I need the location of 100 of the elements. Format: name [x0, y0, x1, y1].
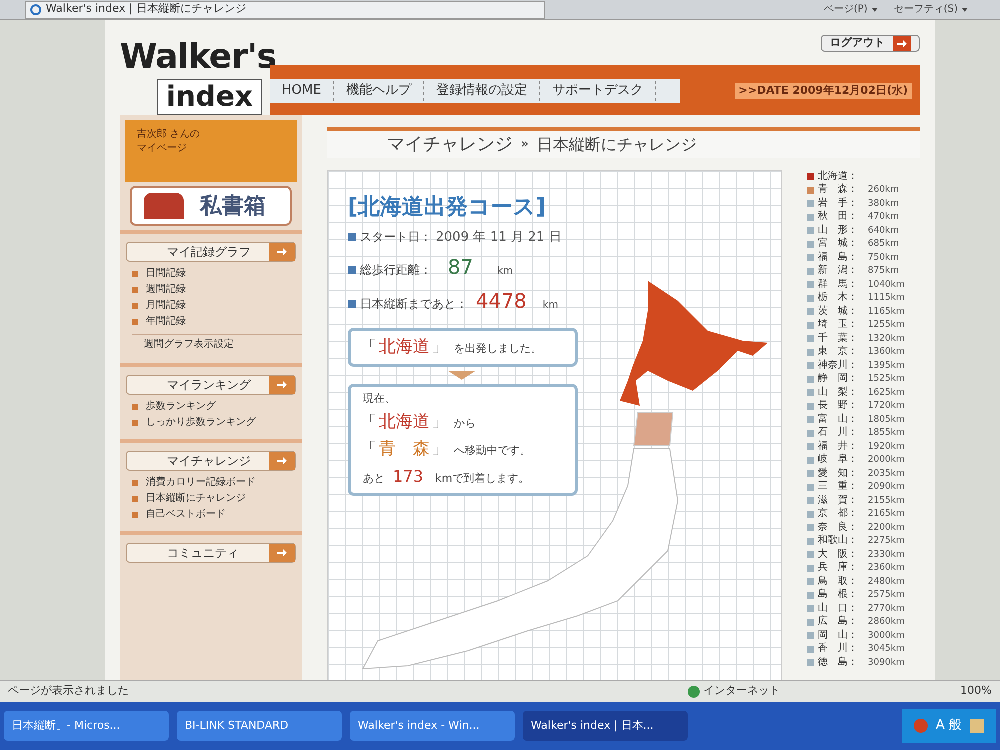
prefecture-distance: 2330km — [868, 548, 905, 561]
prefecture-name: 千 葉： — [818, 332, 859, 345]
bullet-icon — [132, 319, 138, 325]
sidebar-link[interactable]: しっかり歩数ランキング — [132, 415, 302, 431]
prefecture-name: 富 山： — [818, 414, 859, 426]
zoom-level: 100% — [960, 683, 992, 700]
stat-unit: km — [542, 298, 558, 312]
bullet-icon — [132, 271, 138, 277]
prefecture-distance: 2480km — [868, 576, 905, 588]
prefecture-name: 岡 山： — [818, 630, 859, 642]
prefecture-name: 香 川： — [818, 643, 859, 656]
prefecture-distance: 1165km — [868, 306, 905, 318]
prefecture-distance: 2770km — [868, 602, 905, 615]
prefecture-name: 栃 木： — [818, 292, 859, 304]
prefecture-distance: 2200km — [868, 522, 905, 534]
prefecture-name: 東 京： — [818, 346, 859, 358]
prefecture-name: 岩 手： — [818, 198, 859, 210]
sidebar-link[interactable]: 月間記録 — [132, 298, 302, 314]
bracket-mark: 「 — [361, 410, 377, 432]
taskbar-button[interactable]: Walker's index | 日本... — [523, 711, 688, 741]
message-text: へ移動中です。 — [454, 443, 531, 459]
prefecture-distance: 2000km — [868, 454, 905, 466]
prefecture-name: 和歌山： — [818, 535, 859, 548]
user-label: マイページ — [137, 142, 188, 156]
bracket-mark: 「 — [361, 336, 377, 358]
toolbar-menu[interactable]: ページ(P) — [824, 2, 878, 17]
user-label: 吉次郎 さんの — [137, 128, 202, 142]
message-text: あと — [363, 470, 385, 486]
nav-link[interactable]: 機能ヘルプ — [334, 81, 424, 101]
section-header-button[interactable]: マイ記録グラフ — [126, 242, 296, 262]
prefecture-name: 山 形： — [818, 224, 859, 237]
prefecture-distance: 3090km — [868, 656, 905, 669]
sidebar-link[interactable]: 日間記録 — [132, 266, 302, 282]
stat-label: 日本縦断まであと： — [360, 296, 468, 312]
sidebar-link[interactable]: 週間グラフ表示設定 — [132, 334, 302, 355]
prefecture-name: 広 島： — [818, 616, 859, 628]
nav-link[interactable]: HOME — [270, 81, 334, 101]
prefecture-distance: 685km — [868, 238, 900, 250]
globe-icon — [688, 686, 700, 698]
prefecture-name: 福 島： — [818, 252, 859, 264]
bullet-icon — [132, 420, 138, 426]
sidebar-link[interactable]: 歩数ランキング — [132, 399, 302, 415]
browser-tab[interactable]: Walker's index | 日本縦断にチャレンジ — [25, 0, 545, 18]
prefecture-name: 徳 島： — [818, 656, 859, 669]
prefecture-distance: 2860km — [868, 616, 905, 628]
status-message: ページが表示されました — [8, 683, 129, 700]
nav-link[interactable]: サポートデスク — [540, 81, 656, 101]
arrow-icon — [277, 248, 287, 256]
section-header-button[interactable]: コミュニティ — [126, 543, 296, 563]
prefecture-distance: 1525km — [868, 373, 905, 386]
arrow-icon — [277, 381, 287, 389]
prefecture-name: 三 重： — [818, 481, 859, 494]
section-header-button[interactable]: マイランキング — [126, 375, 296, 395]
arrow-icon — [277, 457, 287, 465]
distance-number: 173 — [393, 466, 424, 488]
prefecture-name: 長 野： — [818, 400, 859, 412]
breadcrumb-current: 日本縦断にチャレンジ — [536, 134, 697, 156]
prefecture-name: 島 根： — [818, 589, 859, 602]
prefecture-distance: 2090km — [868, 481, 905, 494]
prefecture-name: 北海道： — [818, 170, 859, 183]
stat-value: 4478 — [476, 288, 527, 314]
prefecture-distance: 1805km — [868, 414, 905, 426]
prefecture-distance: 260km — [868, 184, 900, 196]
place-name: 北海道 — [379, 410, 430, 434]
message-text: 現在、 — [363, 391, 396, 407]
sidebar-link[interactable]: 週間記録 — [132, 282, 302, 298]
bullet-icon — [348, 266, 356, 274]
sidebar-link[interactable]: 日本縦断にチャレンジ — [132, 491, 302, 507]
bullet-icon — [348, 233, 356, 241]
prefecture-distance: 1920km — [868, 440, 905, 453]
nav-link[interactable]: 登録情報の設定 — [424, 81, 540, 101]
prefecture-distance: 2360km — [868, 562, 905, 574]
place-name: 青 森 — [379, 438, 430, 461]
taskbar-button[interactable]: 日本縦断」- Micros... — [4, 711, 169, 741]
prefecture-distance: 640km — [868, 224, 900, 237]
prefecture-distance: 2165km — [868, 508, 905, 520]
taskbar-button[interactable]: Walker's index - Win... — [350, 711, 515, 741]
prefecture-name: 秋 田： — [818, 211, 859, 224]
arrow-icon — [277, 549, 287, 557]
prefecture-name: 岐 阜： — [818, 454, 859, 466]
bullet-icon — [132, 287, 138, 293]
prefecture-distance: 1395km — [868, 360, 905, 372]
sidebar-link[interactable]: 消費カロリー記録ボード — [132, 475, 302, 491]
logout-button[interactable]: ログアウト — [821, 35, 920, 52]
toolbar-menu[interactable]: セーフティ(S) — [894, 2, 968, 17]
prefecture-name: 山 口： — [818, 602, 859, 615]
sidebar-link[interactable]: 自己ベストボード — [132, 507, 302, 523]
sidebar-link[interactable]: 年間記録 — [132, 314, 302, 330]
prefecture-distance: 2575km — [868, 589, 905, 602]
mailbox-button[interactable]: 私書箱 — [130, 186, 292, 226]
zone-label: インターネット — [704, 683, 781, 700]
prefecture-distance: 1855km — [868, 427, 905, 440]
bullet-icon — [348, 300, 356, 308]
taskbar-button[interactable]: BI-LINK STANDARD — [177, 711, 342, 741]
caret-icon — [962, 8, 968, 12]
prefecture-name: 茨 城： — [818, 306, 859, 318]
prefecture-name: 大 阪： — [818, 548, 859, 561]
stat-label: 総歩行距離： — [360, 262, 432, 278]
prefecture-name: 埼 玉： — [818, 319, 859, 332]
section-header-button[interactable]: マイチャレンジ — [126, 451, 296, 471]
